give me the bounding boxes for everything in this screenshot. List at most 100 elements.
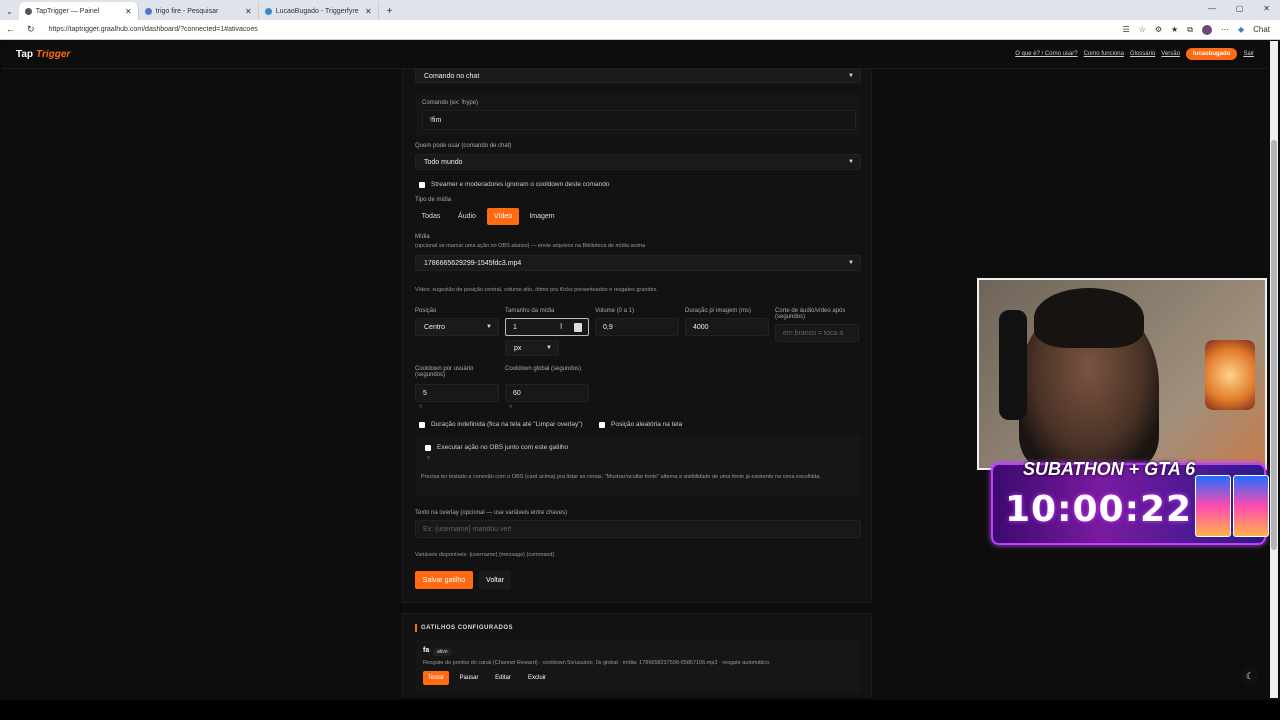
command-value: !fim <box>430 116 442 124</box>
webcam-overlay: SUBATHON + GTA 6 10:00:22 <box>977 278 1269 546</box>
window-close-icon[interactable]: ✕ <box>1263 4 1270 13</box>
command-input[interactable]: !fim <box>422 110 856 130</box>
extensions-icon[interactable]: ⚙ <box>1155 25 1162 34</box>
position-select[interactable]: Centro ▼ <box>415 318 499 336</box>
media-type-video[interactable]: Vídeo <box>487 208 519 225</box>
logo-accent: Trigger <box>36 49 71 60</box>
logout-link[interactable]: Sair <box>1243 51 1254 57</box>
tab-search[interactable]: trigo fire - Pesquisar ✕ <box>139 2 259 20</box>
position-label: Posição <box>415 308 437 314</box>
taskbar <box>0 700 1280 720</box>
help-icon[interactable]: ? <box>419 405 422 411</box>
tab-search-icon[interactable]: ⌄ <box>6 7 13 16</box>
tab-triggerfyre[interactable]: LucaoBugado - Triggerfyre ✕ <box>259 2 379 20</box>
chat-label[interactable]: Chat <box>1253 25 1270 34</box>
close-icon[interactable]: ✕ <box>125 7 132 16</box>
copilot-icon[interactable]: ◆ <box>1238 25 1244 34</box>
overlay-text-label: Texto na overlay (opcional — use variáve… <box>415 510 568 516</box>
reload-icon[interactable]: ↻ <box>27 24 35 35</box>
background-lamp <box>1205 340 1255 410</box>
section-accent-bar <box>415 624 417 632</box>
obs-checkbox[interactable] <box>425 444 431 451</box>
tab-title: LucaoBugado - Triggerfyre <box>275 7 359 15</box>
triggers-panel: GATILHOS CONFIGURADOS fa ativo Resgate d… <box>402 613 872 698</box>
duration-input[interactable]: 4000 <box>685 318 769 336</box>
back-button[interactable]: Voltar <box>479 571 511 589</box>
nav-link-about[interactable]: O que é? / Como usar? <box>1015 51 1077 57</box>
favorites-icon[interactable]: ★ <box>1171 25 1178 34</box>
back-icon[interactable]: ← <box>6 24 15 35</box>
overlay-text-input[interactable]: Ex: {username} mandou ver! <box>415 520 861 538</box>
nav-links: O que é? / Como usar? Como funciona Glos… <box>1015 48 1254 60</box>
save-button[interactable]: Salvar gatilho <box>415 571 473 589</box>
status-badge: ativo <box>433 648 452 656</box>
trigger-type-select[interactable]: Comando no chat ▼ <box>415 69 861 83</box>
indef-checkbox[interactable] <box>419 421 425 428</box>
trigger-name: fa <box>423 647 430 654</box>
url-field[interactable]: https://taptrigger.graalhub.com/dashboar… <box>49 26 1123 33</box>
nav-link-version[interactable]: Versão <box>1161 51 1180 57</box>
pause-button[interactable]: Pausar <box>455 671 483 685</box>
chevron-down-icon: ▼ <box>848 260 854 266</box>
volume-input[interactable]: 0,9 <box>595 318 679 336</box>
cooldown-user-input[interactable]: 5 <box>415 384 499 402</box>
help-icon[interactable]: ? <box>509 405 512 411</box>
address-bar: ← ↻ https://taptrigger.graalhub.com/dash… <box>0 20 1280 40</box>
help-icon[interactable]: ? <box>427 456 430 462</box>
cooldown-global-label: Cooldown global (segundos) <box>505 366 582 372</box>
media-type-all[interactable]: Todas <box>415 208 447 225</box>
media-hint: (opcional se marcar uma ação no OBS abai… <box>415 243 646 249</box>
game-cover-image <box>1195 475 1231 537</box>
random-checkbox[interactable] <box>599 421 605 428</box>
spinner-icon[interactable] <box>574 323 582 332</box>
cooldown-user-value: 5 <box>423 389 427 397</box>
nav-link-glossary[interactable]: Glossário <box>1130 51 1155 57</box>
cut-input[interactable]: em branco = toca a <box>775 324 859 342</box>
more-icon[interactable]: ⋯ <box>1221 25 1229 34</box>
bypass-row: Streamer e moderadores ignoram o cooldow… <box>419 181 610 188</box>
chevron-down-icon: ▼ <box>546 345 552 351</box>
headset-icon <box>999 310 1027 420</box>
tab-title: trigo fire - Pesquisar <box>155 7 219 15</box>
tab-taptrigger[interactable]: TapTrigger — Painel ✕ <box>18 2 139 20</box>
streamer-hair <box>1034 288 1144 348</box>
new-tab-icon[interactable]: + <box>387 6 393 17</box>
star-icon[interactable]: ☆ <box>1139 25 1146 34</box>
media-type-audio[interactable]: Áudio <box>451 208 483 225</box>
who-select[interactable]: Todo mundo ▼ <box>415 154 861 170</box>
duration-label: Duração p/ imagem (ms) <box>685 308 752 314</box>
logo[interactable]: Tap Trigger <box>16 49 70 60</box>
close-icon[interactable]: ✕ <box>365 7 372 16</box>
cut-label: Corte de áudio/vídeo após (segundos) <box>775 308 846 320</box>
cooldown-global-input[interactable]: 60 <box>505 384 589 402</box>
size-label: Tamanho da mídia <box>505 308 555 314</box>
nav-link-how[interactable]: Como funciona <box>1084 51 1124 57</box>
test-button[interactable]: Testar <box>423 671 449 685</box>
duration-value: 4000 <box>693 323 709 331</box>
subathon-timer: 10:00:22 <box>1005 489 1193 530</box>
maximize-icon[interactable]: ▢ <box>1236 4 1244 13</box>
cooldown-user-label: Cooldown por usuário (segundos) <box>415 366 474 378</box>
delete-button[interactable]: Excluir <box>523 671 551 685</box>
who-label: Quem pode usar (comando de chat) <box>415 143 512 149</box>
scrollbar-thumb[interactable] <box>1271 140 1277 550</box>
trigger-form-panel: Comando no chat ▼ Comando (ex: !hype) !f… <box>402 69 872 603</box>
size-unit-value: px <box>514 344 522 352</box>
size-unit-select[interactable]: px ▼ <box>505 340 559 356</box>
reader-icon[interactable]: ☰ <box>1123 25 1130 34</box>
media-type-image[interactable]: Imagem <box>523 208 561 225</box>
dark-mode-icon[interactable]: ☾ <box>1241 667 1259 685</box>
media-select[interactable]: 1786665629299-1545fdc3.mp4 ▼ <box>415 255 861 271</box>
avatar[interactable] <box>1201 24 1212 35</box>
edit-button[interactable]: Editar <box>489 671 517 685</box>
bypass-checkbox[interactable] <box>419 181 425 188</box>
close-icon[interactable]: ✕ <box>245 7 252 16</box>
user-badge[interactable]: lucaobugado <box>1185 48 1238 60</box>
size-input[interactable]: 1 I <box>505 318 589 336</box>
video-hint: Vídeo: sugestão de posição central, volu… <box>415 287 658 293</box>
who-value: Todo mundo <box>424 158 463 166</box>
minimize-icon[interactable]: — <box>1208 4 1216 13</box>
volume-value: 0,9 <box>603 323 613 331</box>
media-type-label: Tipo de mídia <box>415 197 452 203</box>
collections-icon[interactable]: ⧉ <box>1187 25 1193 35</box>
